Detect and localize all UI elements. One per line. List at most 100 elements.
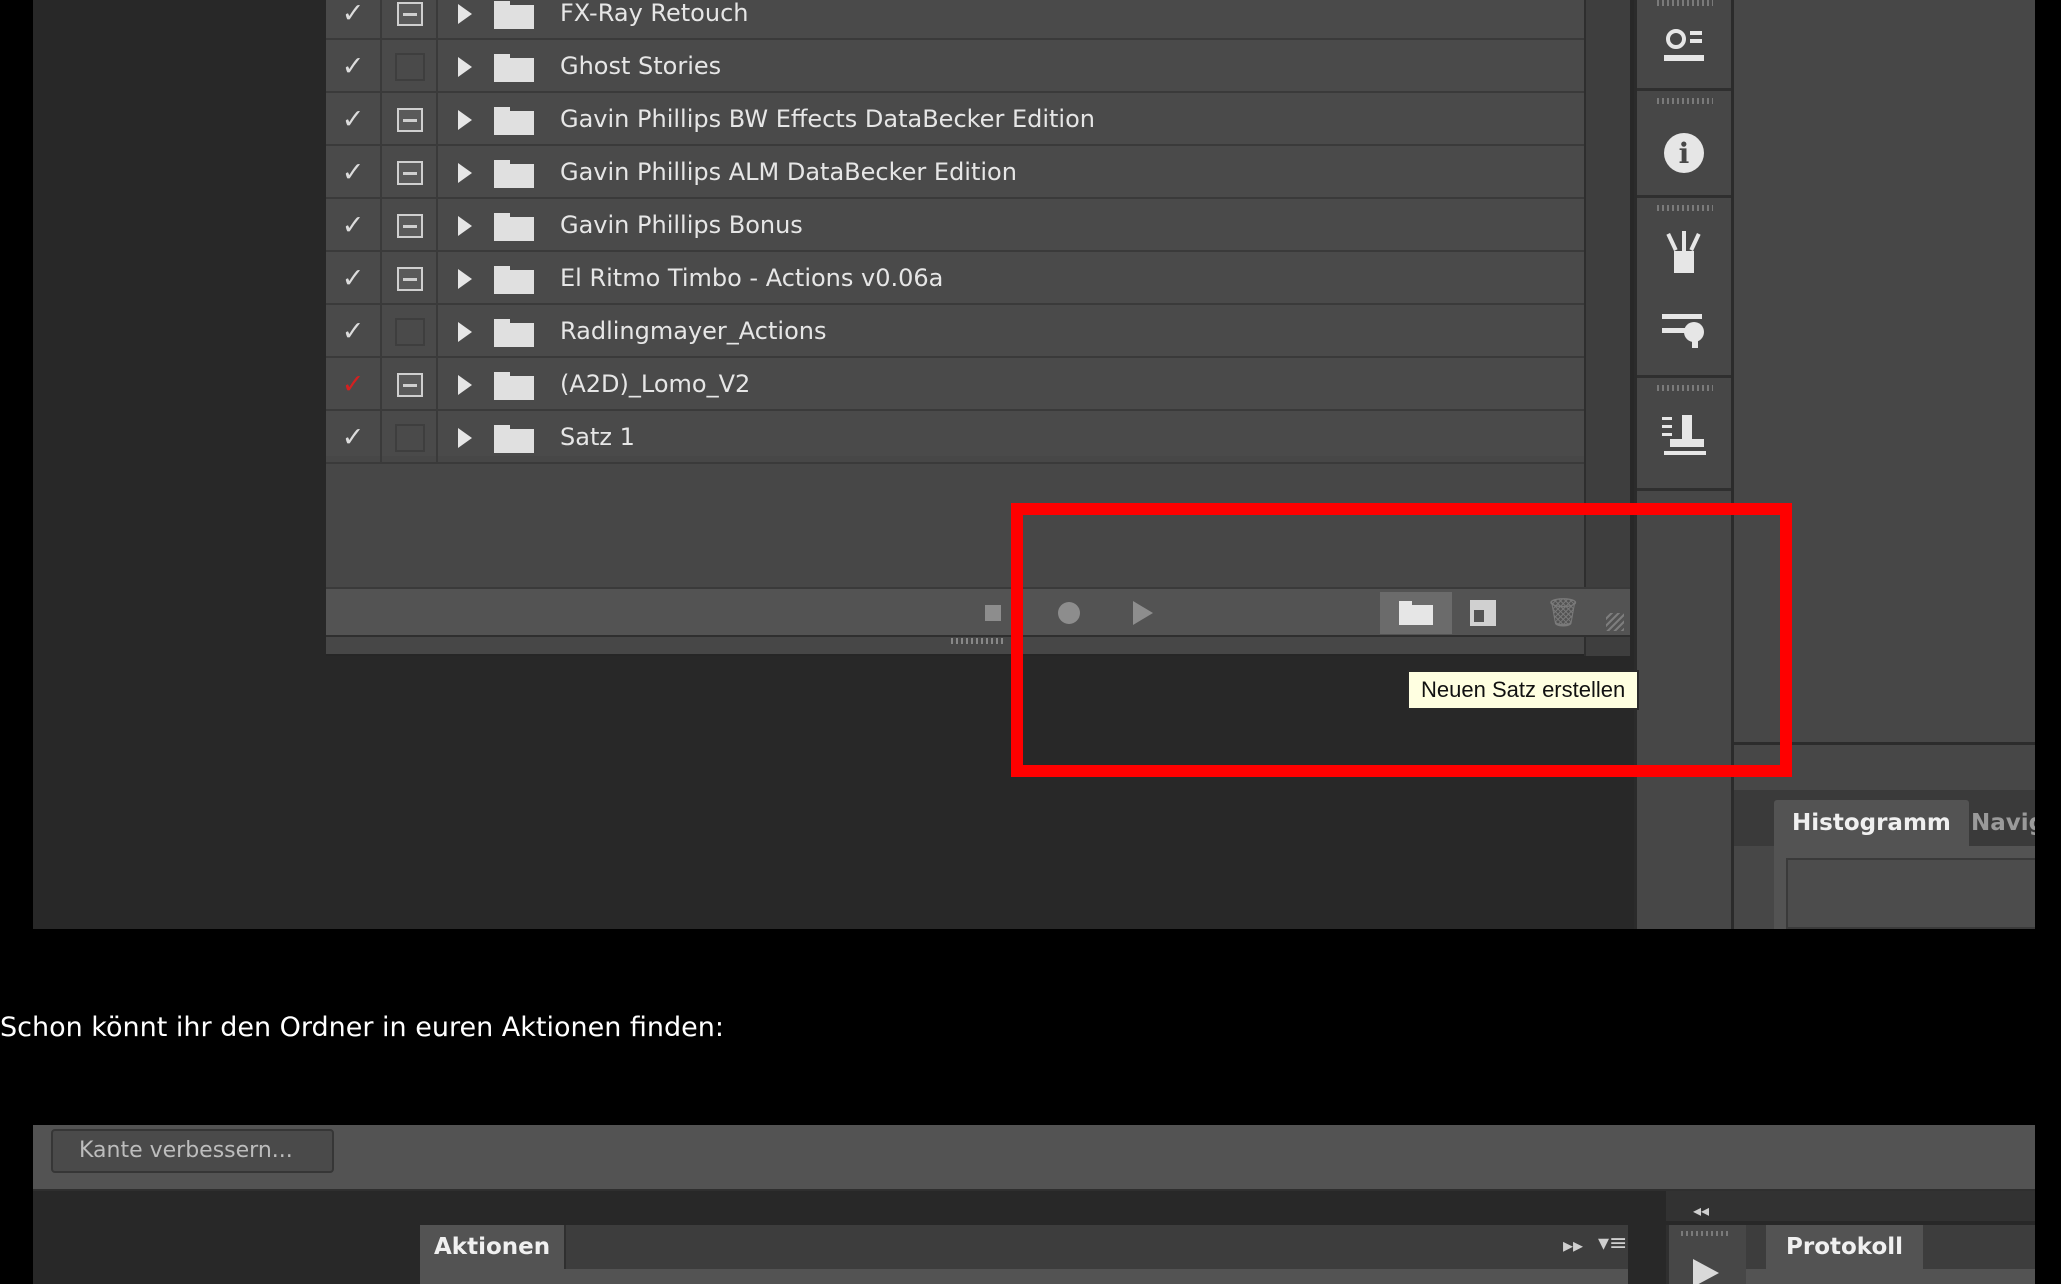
folder-icon <box>494 425 534 453</box>
tab-actions[interactable]: Aktionen <box>420 1225 567 1269</box>
action-set-row[interactable]: ✓ (A2D)_Lomo_V2 <box>326 358 1584 411</box>
dock-grip[interactable] <box>1657 385 1713 391</box>
action-set-name: Gavin Phillips Bonus <box>560 211 803 239</box>
toggle-dialog-button[interactable] <box>384 0 438 40</box>
action-set-row[interactable]: ✓ Gavin Phillips Bonus <box>326 199 1584 252</box>
options-bar: Kante verbessern... <box>33 1125 2035 1191</box>
expand-triangle-icon[interactable] <box>458 269 472 289</box>
tab-history[interactable]: Protokoll <box>1766 1225 1924 1269</box>
toggle-dialog-button[interactable] <box>384 305 438 358</box>
panel-menu-icon[interactable]: ▾≡ <box>1598 1231 1627 1256</box>
dialog-toggle-icon <box>395 52 425 81</box>
toggle-dialog-button[interactable] <box>384 40 438 93</box>
3d-icon <box>1664 25 1704 65</box>
expand-triangle-icon[interactable] <box>458 216 472 236</box>
dock-grip[interactable] <box>1681 1231 1731 1236</box>
dock-divider <box>1637 488 1731 491</box>
toggle-dialog-button[interactable] <box>384 252 438 305</box>
dock-grip[interactable] <box>1657 0 1713 6</box>
toggle-item-checkmark[interactable]: ✓ <box>326 0 382 40</box>
action-set-row[interactable]: ✓ Gavin Phillips ALM DataBecker Edition <box>326 146 1584 199</box>
toggle-item-checkmark[interactable]: ✓ <box>326 411 382 464</box>
toggle-dialog-button[interactable] <box>384 146 438 199</box>
toggle-item-checkmark[interactable]: ✓ <box>326 40 382 93</box>
folder-icon <box>494 107 534 135</box>
action-set-row[interactable]: ✓ FX-Ray Retouch <box>326 0 1584 40</box>
refine-edge-button[interactable]: Kante verbessern... <box>51 1129 334 1173</box>
toggle-dialog-button[interactable] <box>384 93 438 146</box>
collapse-icon[interactable]: ◂◂ <box>1693 1201 1709 1220</box>
folder-icon <box>494 372 534 400</box>
dock-button-info[interactable]: i <box>1661 130 1707 176</box>
folder-icon <box>494 319 534 347</box>
dock-divider <box>1637 375 1731 378</box>
fold-panel-icon[interactable]: ▸▸ <box>1563 1233 1583 1257</box>
action-sets-list: ✓ FX-Ray Retouch ✓ Ghost Stories ✓ Gavin Phil… <box>326 0 1584 464</box>
dock-button-3d[interactable] <box>1661 22 1707 68</box>
action-set-name: Gavin Phillips ALM DataBecker Edition <box>560 158 1017 186</box>
tutorial-caption: Schon könnt ihr den Ordner in euren Akti… <box>0 1012 725 1043</box>
dock-divider <box>1637 195 1731 198</box>
photoshop-screenshot-top: ✓ FX-Ray Retouch ✓ Ghost Stories ✓ Gavin Phil… <box>33 0 2035 929</box>
expand-triangle-icon[interactable] <box>458 163 472 183</box>
toggle-item-checkmark[interactable]: ✓ <box>326 358 382 411</box>
toggle-item-checkmark[interactable]: ✓ <box>326 146 382 199</box>
expand-triangle-icon[interactable] <box>458 57 472 77</box>
actions-panel-body <box>420 1269 1628 1284</box>
toggle-item-checkmark[interactable]: ✓ <box>326 199 382 252</box>
toggle-item-checkmark[interactable]: ✓ <box>326 252 382 305</box>
actions-play-icon[interactable] <box>1693 1259 1719 1284</box>
expand-triangle-icon[interactable] <box>458 110 472 130</box>
action-set-row[interactable]: ✓ Radlingmayer_Actions <box>326 305 1584 358</box>
clone-source-icon <box>1662 413 1706 457</box>
actions-panel-header <box>420 1225 1628 1269</box>
panel-dock: i <box>1634 0 1734 929</box>
action-set-row[interactable]: ✓ Ghost Stories <box>326 40 1584 93</box>
action-set-name: Satz 1 <box>560 423 635 451</box>
action-set-name: Ghost Stories <box>560 52 722 80</box>
dock-grip[interactable] <box>1657 98 1713 104</box>
dialog-toggle-icon <box>395 317 425 346</box>
action-set-row[interactable]: ✓ El Ritmo Timbo - Actions v0.06a <box>326 252 1584 305</box>
expand-triangle-icon[interactable] <box>458 375 472 395</box>
action-set-row[interactable]: ✓ Satz 1 <box>326 411 1584 464</box>
dock-collapse-bar[interactable] <box>1666 1191 2035 1221</box>
action-set-name: Radlingmayer_Actions <box>560 317 827 345</box>
tab-navigator[interactable]: Naviga <box>1957 800 2035 846</box>
toggle-dialog-button[interactable] <box>384 199 438 252</box>
histogram-display <box>1786 858 2035 929</box>
action-set-name: El Ritmo Timbo - Actions v0.06a <box>560 264 944 292</box>
toggle-dialog-button[interactable] <box>384 358 438 411</box>
toggle-dialog-button[interactable] <box>384 411 438 464</box>
dialog-toggle-icon <box>397 213 423 238</box>
expand-triangle-icon[interactable] <box>458 322 472 342</box>
folder-icon <box>494 54 534 82</box>
dialog-toggle-icon <box>397 107 423 132</box>
toggle-item-checkmark[interactable]: ✓ <box>326 93 382 146</box>
toggle-item-checkmark[interactable]: ✓ <box>326 305 382 358</box>
dock-grip[interactable] <box>1657 205 1713 211</box>
folder-icon <box>494 1 534 29</box>
folder-icon <box>494 160 534 188</box>
dock-button-clone-source[interactable] <box>1661 412 1707 458</box>
action-set-name: FX-Ray Retouch <box>560 0 749 27</box>
panel-resize-grip[interactable] <box>951 638 1005 644</box>
dialog-toggle-icon <box>395 423 425 452</box>
expand-triangle-icon[interactable] <box>458 4 472 24</box>
brushes-icon <box>1664 231 1704 275</box>
action-set-row[interactable]: ✓ Gavin Phillips BW Effects DataBecker Ed… <box>326 93 1584 146</box>
history-panel-body <box>1746 1269 2035 1284</box>
stop-icon <box>985 605 1001 621</box>
info-icon: i <box>1664 133 1704 173</box>
action-set-name: (A2D)_Lomo_V2 <box>560 370 751 398</box>
dialog-toggle-icon <box>397 1 423 26</box>
dialog-toggle-icon <box>397 372 423 397</box>
photoshop-screenshot-bottom: Kante verbessern... ◂◂ Aktionen ▸▸ ▾≡ Pr… <box>33 1125 2035 1284</box>
tab-histogram[interactable]: Histogramm <box>1774 800 1969 846</box>
dock-button-brush-settings[interactable] <box>1661 305 1707 351</box>
expand-triangle-icon[interactable] <box>458 428 472 448</box>
dock-button-brushes[interactable] <box>1661 230 1707 276</box>
folder-icon <box>494 266 534 294</box>
brush-settings-icon <box>1662 308 1706 348</box>
red-highlight-box <box>1011 503 1792 777</box>
